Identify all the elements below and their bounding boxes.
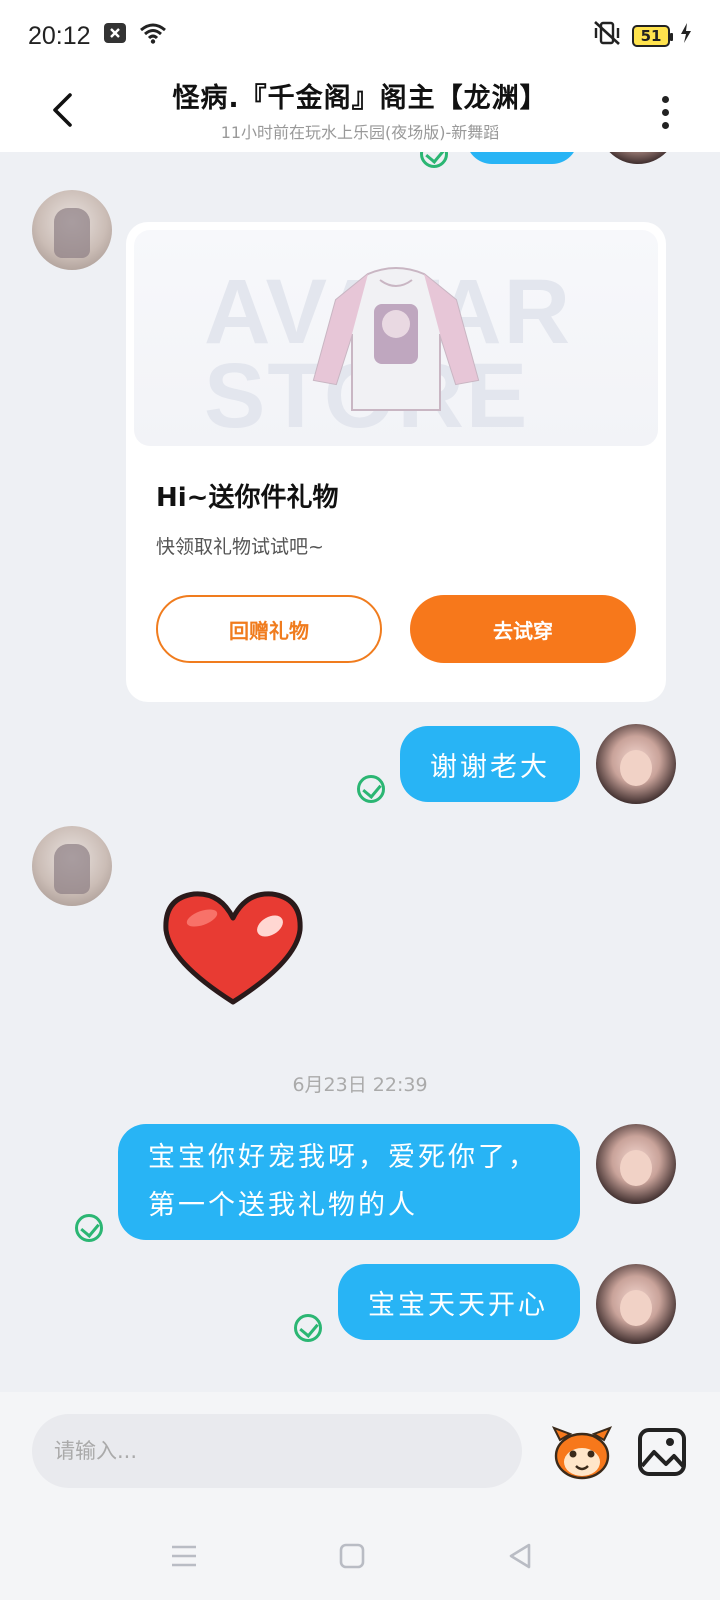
chat-subtitle: 11小时前在玩水上乐园(夜场版)-新舞蹈 xyxy=(220,123,500,142)
chat-header: 怪病.『千金阁』阁主【龙渊】 11小时前在玩水上乐园(夜场版)-新舞蹈 xyxy=(0,72,720,152)
read-check-icon xyxy=(420,152,448,168)
message-bubble[interactable]: 宝宝天天开心 xyxy=(338,1264,580,1340)
home-square-icon xyxy=(339,1543,365,1569)
wifi-icon xyxy=(139,22,167,50)
message-bubble-partial[interactable] xyxy=(466,152,578,164)
back-triangle-icon xyxy=(509,1543,531,1569)
gift-preview-image: AVATAR STORE xyxy=(134,230,658,446)
gift-description: 快领取礼物试试吧~ xyxy=(156,536,324,558)
gift-card[interactable]: AVATAR STORE Hi~送你件礼物 快领取礼物试试吧~ 回赠礼物 去试穿 xyxy=(126,222,666,702)
emoji-button[interactable] xyxy=(551,1422,613,1482)
try-on-button[interactable]: 去试穿 xyxy=(410,595,636,663)
return-gift-button[interactable]: 回赠礼物 xyxy=(156,595,382,663)
contact-avatar[interactable] xyxy=(32,826,112,906)
my-avatar[interactable] xyxy=(596,724,676,804)
status-bar: 20:12 51 xyxy=(0,0,720,72)
gift-title: Hi~送你件礼物 xyxy=(156,483,339,513)
heart-sticker[interactable] xyxy=(160,888,306,1006)
contact-avatar[interactable] xyxy=(32,190,112,270)
menu-icon xyxy=(172,1545,196,1567)
image-icon xyxy=(638,1428,686,1476)
my-avatar[interactable] xyxy=(598,152,678,164)
read-check-icon xyxy=(357,775,385,803)
message-timestamp: 6月23日 22:39 xyxy=(292,1074,428,1096)
more-options-button[interactable] xyxy=(650,84,680,140)
charging-icon xyxy=(680,23,692,49)
read-check-icon xyxy=(75,1214,103,1242)
message-bubble[interactable]: 谢谢老大 xyxy=(400,726,580,802)
message-input[interactable] xyxy=(32,1414,522,1488)
home-button[interactable] xyxy=(330,1534,374,1578)
more-dot-icon xyxy=(661,108,669,116)
recent-apps-button[interactable] xyxy=(162,1534,206,1578)
notification-icon xyxy=(103,22,127,50)
more-dot-icon xyxy=(661,95,669,103)
hoodie-image xyxy=(312,267,480,411)
message-bubble[interactable]: 宝宝你好宠我呀，爱死你了，第一个送我礼物的人 xyxy=(118,1124,580,1240)
message-text: 谢谢老大 xyxy=(430,751,550,783)
chat-title: 怪病.『千金阁』阁主【龙渊】 xyxy=(172,83,548,114)
battery-level: 51 xyxy=(640,27,662,45)
back-button[interactable] xyxy=(40,82,84,138)
status-time: 20:12 xyxy=(28,21,91,50)
message-input-bar xyxy=(0,1392,720,1512)
vibrate-mute-icon xyxy=(592,20,622,52)
my-avatar[interactable] xyxy=(596,1264,676,1344)
battery-icon: 51 xyxy=(632,25,673,47)
message-text: 宝宝天天开心 xyxy=(368,1289,548,1321)
my-avatar[interactable] xyxy=(596,1124,676,1204)
mascot-emoji-icon xyxy=(551,1426,613,1480)
message-list[interactable]: AVATAR STORE Hi~送你件礼物 快领取礼物试试吧~ 回赠礼物 去试穿… xyxy=(0,152,720,1392)
image-picker-button[interactable] xyxy=(636,1426,688,1478)
more-dot-icon xyxy=(661,121,669,129)
message-text: 宝宝你好宠我呀，爱死你了，第一个送我礼物的人 xyxy=(148,1142,538,1221)
system-navigation-bar xyxy=(0,1512,720,1600)
system-back-button[interactable] xyxy=(498,1534,542,1578)
back-arrow-icon xyxy=(53,93,72,127)
read-check-icon xyxy=(294,1314,322,1342)
